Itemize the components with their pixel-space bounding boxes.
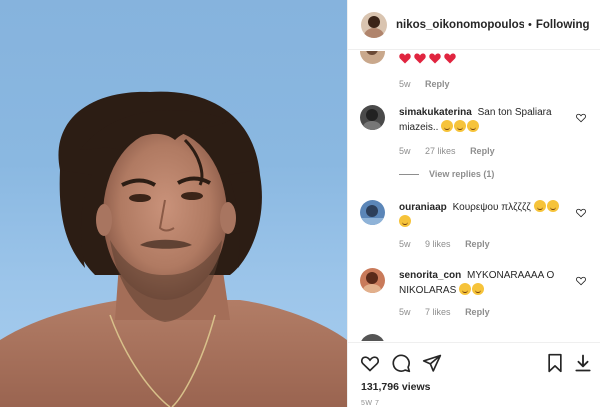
reply-button[interactable]: Reply	[465, 239, 490, 249]
comment-likes[interactable]: 9 likes	[425, 239, 451, 249]
heart-icon[interactable]	[360, 353, 380, 373]
red-heart-icon	[414, 53, 426, 64]
like-comment-heart-icon[interactable]	[576, 113, 586, 123]
laughing-emoji-icon	[454, 120, 467, 132]
screaming-emoji-icon	[472, 283, 485, 295]
commenter-avatar[interactable]	[360, 268, 385, 293]
view-replies-button[interactable]: View replies (1)	[399, 169, 494, 179]
comment-text	[399, 51, 569, 64]
share-icon[interactable]	[422, 353, 442, 373]
laughing-emoji-icon	[467, 120, 480, 132]
header-username[interactable]: nikos_oikonomopoulos	[396, 19, 524, 31]
commenter-avatar[interactable]	[360, 105, 385, 130]
comment-meta: 5w Reply	[399, 79, 462, 89]
red-heart-icon	[399, 53, 411, 64]
commenter-username[interactable]: senorita_con	[399, 270, 461, 281]
commenter-avatar[interactable]	[360, 334, 385, 341]
post-actions-bar: 131,796 views 5W 7	[348, 342, 600, 407]
download-icon[interactable]	[573, 353, 593, 373]
rofl-emoji-icon	[399, 215, 411, 227]
like-comment-heart-icon[interactable]	[576, 208, 586, 218]
view-replies-line	[399, 173, 419, 175]
comment-icon[interactable]	[391, 353, 411, 373]
comment-meta: 5w 9 likes Reply	[399, 239, 502, 249]
comment-message: Κουρεψου πλζζζζ	[452, 202, 531, 213]
post-header: nikos_oikonomopoulos • Following	[348, 0, 600, 50]
post-photo	[0, 91, 347, 407]
commenter-username[interactable]: simakukaterina	[399, 107, 472, 118]
commenter-avatar[interactable]	[360, 200, 385, 225]
comment-time[interactable]: 5w	[399, 307, 411, 317]
bookmark-icon[interactable]	[545, 353, 565, 373]
comment-time[interactable]: 5w	[399, 79, 411, 89]
heart-emoji-row	[399, 51, 569, 64]
header-separator: •	[528, 18, 532, 31]
commenter-username[interactable]: ouraniaap	[399, 202, 447, 213]
laughing-emoji-icon	[441, 120, 454, 132]
comment-text: senorita_con MYKONARAAAA O NIKOLARAS	[399, 268, 569, 298]
comment-time[interactable]: 5w	[399, 239, 411, 249]
rofl-emoji-icon	[546, 200, 559, 212]
view-replies-label[interactable]: View replies (1)	[429, 169, 494, 179]
comment-meta: 5w 7 likes Reply	[399, 307, 502, 317]
comment-time[interactable]: 5w	[399, 146, 411, 156]
comment-likes[interactable]: 7 likes	[425, 307, 451, 317]
following-button[interactable]: Following	[536, 19, 590, 31]
comment-likes[interactable]: 27 likes	[425, 146, 456, 156]
like-comment-heart-icon[interactable]	[576, 276, 586, 286]
view-count[interactable]: 131,796 views	[361, 381, 430, 393]
laughing-emoji-icon	[459, 283, 472, 295]
comment-text: ouraniaap Κουρεψου πλζζζζ	[399, 200, 569, 230]
comment-list[interactable]: 5w Reply simakukaterina San ton Spaliara…	[348, 51, 600, 341]
commenter-avatar[interactable]	[360, 51, 385, 64]
avatar[interactable]	[361, 11, 387, 38]
reply-button[interactable]: Reply	[470, 146, 495, 156]
reply-button[interactable]: Reply	[425, 79, 450, 89]
post-side-panel: nikos_oikonomopoulos • Following 5w Repl…	[347, 0, 600, 407]
comment-meta: 5w 27 likes Reply	[399, 146, 507, 156]
red-heart-icon	[429, 53, 441, 64]
post-timestamp[interactable]: 5W 7	[361, 400, 379, 407]
red-heart-icon	[444, 53, 456, 64]
rofl-emoji-icon	[533, 200, 546, 212]
reply-button[interactable]: Reply	[465, 307, 490, 317]
post-media[interactable]	[0, 0, 347, 407]
comment-text: simakukaterina San ton Spaliara miazeis.…	[399, 105, 569, 135]
